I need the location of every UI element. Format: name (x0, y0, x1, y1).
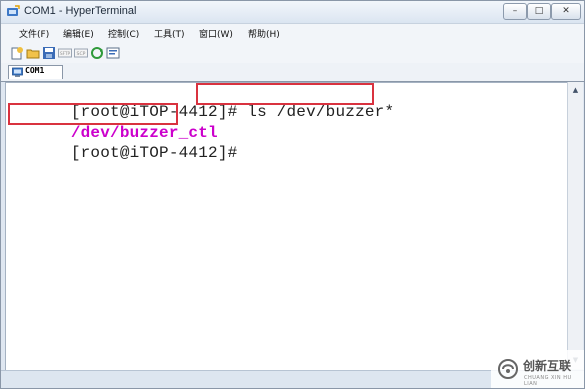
window-title: COM1 - HyperTerminal (24, 5, 137, 17)
properties-icon[interactable] (106, 46, 120, 60)
minimize-button[interactable]: – (503, 3, 527, 20)
watermark-logo: 创新互联 CHUANG XIN HU LIAN (491, 350, 584, 388)
terminal-line: [root@iTOP-4412]# (12, 126, 237, 180)
reconnect-icon[interactable] (90, 46, 104, 60)
sftp-icon[interactable]: SFTP (58, 46, 72, 60)
toolbar: SFTP SCP (1, 44, 584, 64)
menu-help[interactable]: 帮助(H) (248, 27, 280, 40)
watermark-name-en: CHUANG XIN HU LIAN (524, 375, 572, 387)
hyperterminal-window: COM1 - HyperTerminal – □ ✕ 文件(F) 编辑(E) 控… (0, 0, 585, 389)
close-button[interactable]: ✕ (551, 3, 581, 20)
terminal-tab-icon (12, 67, 23, 77)
maximize-button[interactable]: □ (527, 3, 551, 20)
save-icon[interactable] (42, 46, 56, 60)
sftp-label: SFTP (60, 51, 71, 56)
title-bar[interactable]: COM1 - HyperTerminal – □ ✕ (1, 1, 584, 24)
shell-command: ls /dev/buzzer* (247, 103, 395, 121)
watermark-emblem-icon (498, 359, 518, 379)
menu-window[interactable]: 窗口(W) (199, 27, 233, 40)
tab-label: COM1 (25, 66, 45, 75)
menu-bar: 文件(F) 编辑(E) 控制(C) 工具(T) 窗口(W) 帮助(H) (1, 24, 584, 44)
open-folder-icon[interactable] (26, 46, 40, 60)
scroll-up-icon[interactable]: ▲ (570, 84, 581, 96)
scp-icon[interactable]: SCP (74, 46, 88, 60)
output-highlight-box (8, 103, 178, 125)
watermark-name-cn: 创新互联 (523, 359, 572, 373)
menu-edit[interactable]: 编辑(E) (63, 27, 94, 40)
menu-control[interactable]: 控制(C) (108, 27, 139, 40)
session-tab-strip: COM1 (1, 63, 584, 82)
shell-prompt: [root@iTOP-4412]# (70, 144, 238, 162)
tab-com1[interactable]: COM1 (8, 65, 63, 79)
menu-tools[interactable]: 工具(T) (154, 27, 185, 40)
vertical-scrollbar[interactable]: ▲ ▼ (567, 82, 583, 369)
menu-file[interactable]: 文件(F) (19, 27, 49, 40)
hyperterminal-app-icon (7, 5, 20, 16)
command-highlight-box (196, 83, 374, 105)
new-session-icon[interactable] (10, 46, 24, 60)
terminal-screen[interactable]: [root@iTOP-4412]# ls /dev/buzzer* /dev/b… (5, 82, 568, 371)
scp-label: SCP (77, 51, 86, 57)
